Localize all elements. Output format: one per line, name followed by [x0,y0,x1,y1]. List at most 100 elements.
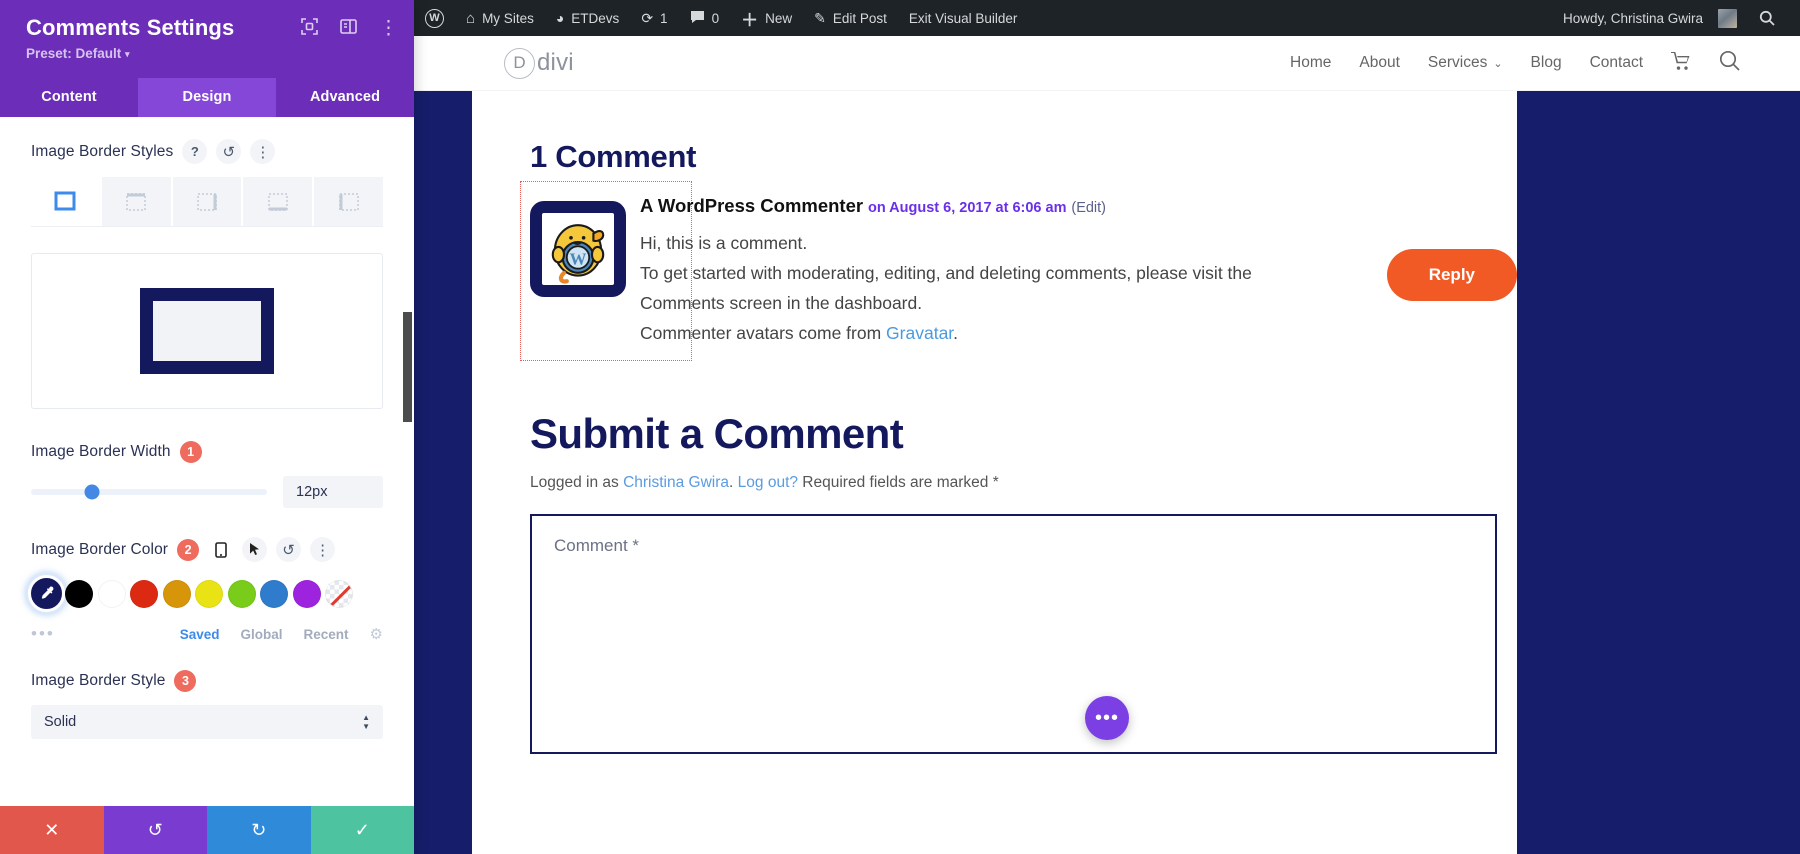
palette-tab-global[interactable]: Global [241,627,283,642]
tab-design[interactable]: Design [138,78,276,117]
comment-date: on August 6, 2017 at 6:06 am [867,200,1067,216]
comment-edit-link[interactable]: (Edit) [1071,200,1106,216]
plus-icon: ＋ [741,10,759,30]
layout-icon[interactable] [340,18,357,40]
house-icon: ⌂ [466,9,476,27]
image-border-color-label-row: Image Border Color 2 ↺ ⋮ [31,537,383,562]
wordpress-logo-menu[interactable]: W [414,0,455,36]
help-icon[interactable]: ? [182,139,208,164]
logged-in-user-link[interactable]: Christina Gwira [623,474,729,491]
settings-tabs: Content Design Advanced [0,78,414,117]
comments-menu[interactable]: 0 [679,0,731,36]
settings-header-actions: ⋮ [301,18,398,40]
my-sites-menu[interactable]: ⌂ My Sites [455,0,545,36]
palette-tab-saved[interactable]: Saved [180,627,220,642]
mobile-icon[interactable] [208,537,233,562]
site-search-icon[interactable] [1719,50,1740,76]
border-style-option-left[interactable] [314,177,383,226]
more-options-icon[interactable]: ⋮ [379,19,398,38]
settings-body: Image Border Styles ? ↺ ⋮ Image Border W… [0,117,414,806]
step-badge-2: 2 [177,538,200,561]
exit-visual-builder-link[interactable]: Exit Visual Builder [898,0,1029,36]
border-width-input[interactable]: 12px [283,476,383,508]
nav-item-services-label: Services [1427,54,1488,71]
edit-post-link[interactable]: ✎ Edit Post [803,0,898,36]
color-swatch-white[interactable] [97,579,126,608]
save-button[interactable]: ✓ [310,806,414,854]
page-right-band [1517,91,1800,854]
logged-in-notice: Logged in as Christina Gwira. Log out? R… [530,474,1517,492]
updates-menu[interactable]: ⟳ 1 [630,0,678,36]
comment-item: W A WordPress Commenter on August 6, 201… [520,181,1517,361]
settings-panel-header: Comments Settings Preset: Default ▾ ⋮ [0,0,414,78]
color-swatch-none[interactable] [325,579,353,608]
site-logo[interactable]: D divi [504,47,574,79]
border-style-option-bottom[interactable] [243,177,315,226]
color-swatch-purple[interactable] [292,579,321,608]
comment-textarea[interactable]: Comment * [530,514,1497,754]
border-width-slider[interactable] [31,484,267,500]
reset-icon[interactable]: ↺ [276,537,302,562]
comments-count: 0 [711,10,720,26]
color-swatch-orange[interactable] [162,579,191,608]
preview-image [140,288,274,374]
color-swatch-yellow[interactable] [195,579,223,608]
howdy-menu[interactable]: Howdy, Christina Gwira [1552,0,1748,36]
color-swatch-green[interactable] [227,579,256,608]
visual-builder-fab-button[interactable]: ••• [1085,696,1129,740]
cart-icon[interactable] [1671,51,1691,75]
new-content-menu[interactable]: ＋ New [730,0,803,36]
comment-meta: A WordPress Commenter on August 6, 2017 … [640,195,1320,217]
tab-content[interactable]: Content [0,78,138,117]
svg-text:W: W [570,249,587,268]
step-badge-1: 1 [179,441,202,463]
nav-item-about[interactable]: About [1359,54,1400,72]
cancel-button[interactable]: ✕ [0,806,104,854]
etdevs-site-menu[interactable]: ◕ ETDevs [545,0,630,36]
edit-post-label: Edit Post [832,10,887,26]
preset-selector[interactable]: Preset: Default ▾ [26,46,396,61]
nav-item-services[interactable]: Services ⌄ [1428,54,1503,72]
cursor-icon[interactable] [242,537,268,562]
new-label: New [765,10,793,26]
border-style-option-all[interactable] [31,177,102,226]
updates-count: 1 [660,10,668,26]
comment-line-3-suffix: . [953,323,959,343]
nav-item-blog[interactable]: Blog [1531,54,1562,72]
image-border-style-select[interactable]: Solid ▲ ▼ [31,705,383,739]
reset-icon[interactable]: ↺ [216,139,242,164]
more-options-icon[interactable]: ⋮ [310,537,336,562]
comment-text: Hi, this is a comment. To get started wi… [640,228,1320,348]
more-colors-icon[interactable]: ••• [31,624,55,644]
tab-advanced[interactable]: Advanced [276,78,414,117]
color-swatch-selected-navy[interactable] [28,575,65,612]
undo-button[interactable]: ↺ [103,806,207,854]
admin-search-button[interactable] [1748,0,1786,36]
more-options-icon[interactable]: ⋮ [250,139,276,164]
gravatar-link[interactable]: Gravatar [886,323,953,343]
settings-panel-scrollbar[interactable] [403,312,412,422]
wp-admin-bar: W ⌂ My Sites ◕ ETDevs ⟳ 1 0 ＋ New ✎ Edit… [414,0,1800,36]
module-settings-panel: Comments Settings Preset: Default ▾ ⋮ Co… [0,0,414,854]
image-border-style-value: Solid [44,714,77,730]
border-width-slider-knob[interactable] [84,484,100,500]
border-style-option-right[interactable] [172,177,244,226]
dashboard-icon: ◕ [555,10,565,26]
reply-button[interactable]: Reply [1386,249,1517,301]
logout-link[interactable]: Log out? [738,474,798,491]
color-swatch-red[interactable] [130,579,158,608]
gear-icon[interactable]: ⚙ [370,625,383,643]
comments-heading: 1 Comment [530,139,697,174]
site-viewport: D divi Home About Services ⌄ Blog Contac… [414,36,1800,854]
nav-item-home[interactable]: Home [1290,54,1331,72]
border-style-option-top[interactable] [101,177,173,226]
color-swatch-blue[interactable] [260,579,288,608]
color-swatch-black[interactable] [65,579,93,608]
howdy-label: Howdy, Christina Gwira [1562,10,1703,26]
eyedropper-icon [41,586,54,599]
redo-button[interactable]: ↻ [207,806,311,854]
nav-item-contact[interactable]: Contact [1590,54,1643,72]
palette-tab-recent[interactable]: Recent [304,627,349,642]
image-border-styles-label: Image Border Styles [31,142,174,160]
expand-icon[interactable] [301,18,318,40]
